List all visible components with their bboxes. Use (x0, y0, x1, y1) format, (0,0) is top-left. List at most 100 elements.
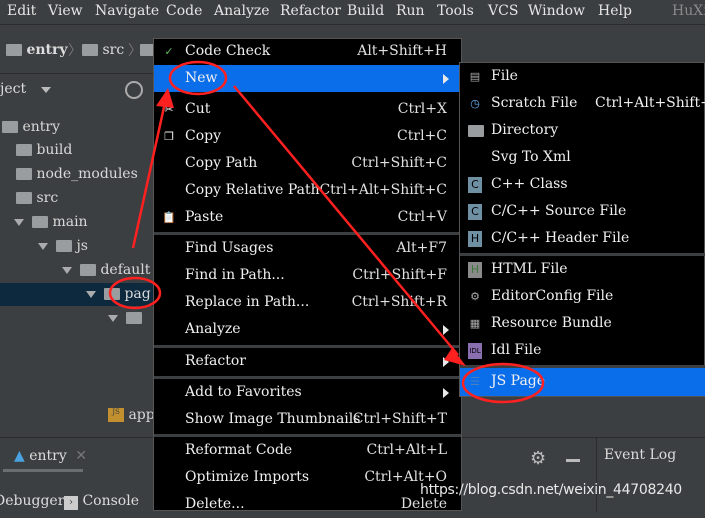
console-tab[interactable]: › Console (64, 493, 139, 510)
submenu-item-resource-bundle[interactable]: ▦ Resource Bundle (460, 310, 705, 337)
item-label: Refactor (185, 353, 246, 369)
menu-view[interactable]: View (48, 3, 83, 19)
menu-item-new[interactable]: New (154, 65, 461, 92)
submenu-item-cpp-class[interactable]: C C++ Class (460, 171, 705, 198)
menu-help[interactable]: Help (598, 3, 632, 19)
menu-item-delete[interactable]: Delete... Delete (154, 491, 461, 518)
gear-icon[interactable]: ⚙ (530, 448, 546, 469)
minimize-icon[interactable] (566, 459, 580, 462)
shortcut: Ctrl+X (397, 101, 447, 117)
expand-icon[interactable] (108, 314, 118, 322)
submenu-item-html-file[interactable]: H HTML File (460, 256, 705, 283)
expand-icon[interactable] (62, 266, 72, 274)
module-folder-icon (2, 121, 18, 133)
submenu-item-file[interactable]: ▤ File (460, 63, 705, 90)
tree-label: entry (22, 119, 60, 135)
tree-item-subfolder[interactable] (108, 310, 142, 326)
menu-item-refactor[interactable]: Refactor (154, 348, 461, 375)
expand-icon[interactable] (86, 290, 96, 298)
expand-icon[interactable] (38, 242, 48, 250)
tree-item-entry[interactable]: entry (2, 119, 60, 135)
tree-item-pages[interactable]: pag (86, 286, 151, 302)
menu-run[interactable]: Run (396, 3, 425, 19)
menu-item-show-image-thumbnails[interactable]: Show Image Thumbnails Ctrl+Shift+T (154, 406, 461, 433)
item-label: Svg To Xml (491, 149, 571, 165)
file-icon: ▤ (469, 70, 481, 83)
folder-icon (104, 288, 120, 300)
panel-divider (596, 438, 597, 512)
item-label: Copy Path (185, 155, 258, 171)
run-tab-entry[interactable]: ▲ entry ✕ (14, 448, 87, 464)
menu-analyze[interactable]: Analyze (214, 3, 270, 19)
tree-item-src[interactable]: src (16, 190, 58, 206)
project-view-selector[interactable]: ject (0, 81, 51, 97)
tree-item-app[interactable]: JS app (108, 407, 155, 423)
menu-bar: Edit View Navigate Code Analyze Refactor… (0, 0, 705, 25)
tree-item-main[interactable]: main (14, 214, 88, 230)
user-name: HuXi (672, 3, 705, 19)
menu-window[interactable]: Window (528, 3, 585, 19)
breadcrumb-src[interactable]: src (82, 42, 124, 58)
debugger-tab[interactable]: Debugger (0, 493, 64, 509)
submenu-item-directory[interactable]: Directory (460, 117, 705, 144)
menu-item-optimize-imports[interactable]: Optimize Imports Ctrl+Alt+O (154, 464, 461, 491)
menu-vcs[interactable]: VCS (488, 3, 518, 19)
shortcut: Ctrl+Shift+R (351, 294, 447, 310)
breadcrumb-entry[interactable]: entry (6, 42, 68, 58)
item-label: Paste (185, 209, 224, 225)
run-tab-label: entry (29, 448, 67, 464)
idl-file-icon: IDL (468, 343, 482, 359)
tree-item-build[interactable]: build (16, 142, 72, 158)
resource-bundle-icon: ▦ (469, 317, 481, 330)
submenu-item-idl-file[interactable]: IDL Idl File (460, 337, 705, 364)
menu-item-analyze[interactable]: Analyze (154, 316, 461, 343)
menu-item-find-usages[interactable]: Find Usages Alt+F7 (154, 235, 461, 262)
submenu-item-editorconfig-file[interactable]: ⚙ EditorConfig File (460, 283, 705, 310)
tree-label: js (76, 238, 88, 254)
menu-item-cut[interactable]: ✂ Cut Ctrl+X (154, 96, 461, 123)
menu-item-replace-in-path[interactable]: Replace in Path... Ctrl+Shift+R (154, 289, 461, 316)
submenu-item-js-page[interactable]: ☰ JS Page (460, 368, 705, 396)
item-label: C/C++ Source File (491, 203, 627, 219)
menu-tools[interactable]: Tools (437, 3, 474, 19)
tree-item-node-modules[interactable]: node_modules (16, 166, 138, 182)
shortcut: Alt+F7 (396, 240, 447, 256)
shortcut: Alt+Shift+H (357, 43, 447, 59)
item-label: Find Usages (185, 240, 274, 256)
context-menu: ✓ Code Check Alt+Shift+H New ✂ Cut Ctrl+X ❐ C… (153, 38, 462, 512)
menu-navigate[interactable]: Navigate (95, 3, 159, 19)
tree-item-default[interactable]: default (62, 262, 150, 278)
submenu-item-c-header-file[interactable]: H C/C++ Header File (460, 225, 705, 252)
menu-item-reformat-code[interactable]: Reformat Code Ctrl+Alt+L (154, 437, 461, 464)
tab-underline (3, 469, 83, 472)
js-file-icon: JS (108, 408, 124, 422)
menu-refactor[interactable]: Refactor (280, 3, 341, 19)
list-icon: ☰ (470, 375, 480, 388)
menu-item-code-check[interactable]: ✓ Code Check Alt+Shift+H (154, 38, 461, 65)
tree-label: default (100, 262, 151, 278)
item-label: EditorConfig File (491, 288, 614, 304)
submenu-item-c-source-file[interactable]: C C/C++ Source File (460, 198, 705, 225)
item-label: File (491, 68, 518, 84)
submenu-item-scratch-file[interactable]: ◷ Scratch File Ctrl+Alt+Shift+Ins (460, 90, 705, 117)
menu-build[interactable]: Build (347, 3, 384, 19)
item-label: Analyze (185, 321, 241, 337)
item-label: Optimize Imports (185, 469, 310, 485)
menu-item-copy[interactable]: ❐ Copy Ctrl+C (154, 123, 461, 150)
submenu-item-svg-to-xml[interactable]: Svg To Xml (460, 144, 705, 171)
tree-item-js[interactable]: js (38, 238, 88, 254)
item-label: Delete... (185, 496, 245, 512)
menu-item-copy-path[interactable]: Copy Path Ctrl+Shift+C (154, 150, 461, 177)
menu-edit[interactable]: Edit (7, 3, 36, 19)
locate-icon[interactable] (125, 81, 143, 99)
menu-item-add-to-favorites[interactable]: Add to Favorites (154, 379, 461, 406)
event-log-title[interactable]: Event Log (604, 447, 676, 463)
expand-icon[interactable] (14, 218, 24, 226)
folder-icon (56, 240, 72, 252)
menu-code[interactable]: Code (166, 3, 202, 19)
menu-item-paste[interactable]: 📋 Paste Ctrl+V (154, 204, 461, 231)
close-icon[interactable]: ✕ (75, 448, 87, 464)
cpp-class-icon: C (468, 177, 482, 193)
menu-item-copy-relative-path[interactable]: Copy Relative Path Ctrl+Alt+Shift+C (154, 177, 461, 204)
menu-item-find-in-path[interactable]: Find in Path... Ctrl+Shift+F (154, 262, 461, 289)
